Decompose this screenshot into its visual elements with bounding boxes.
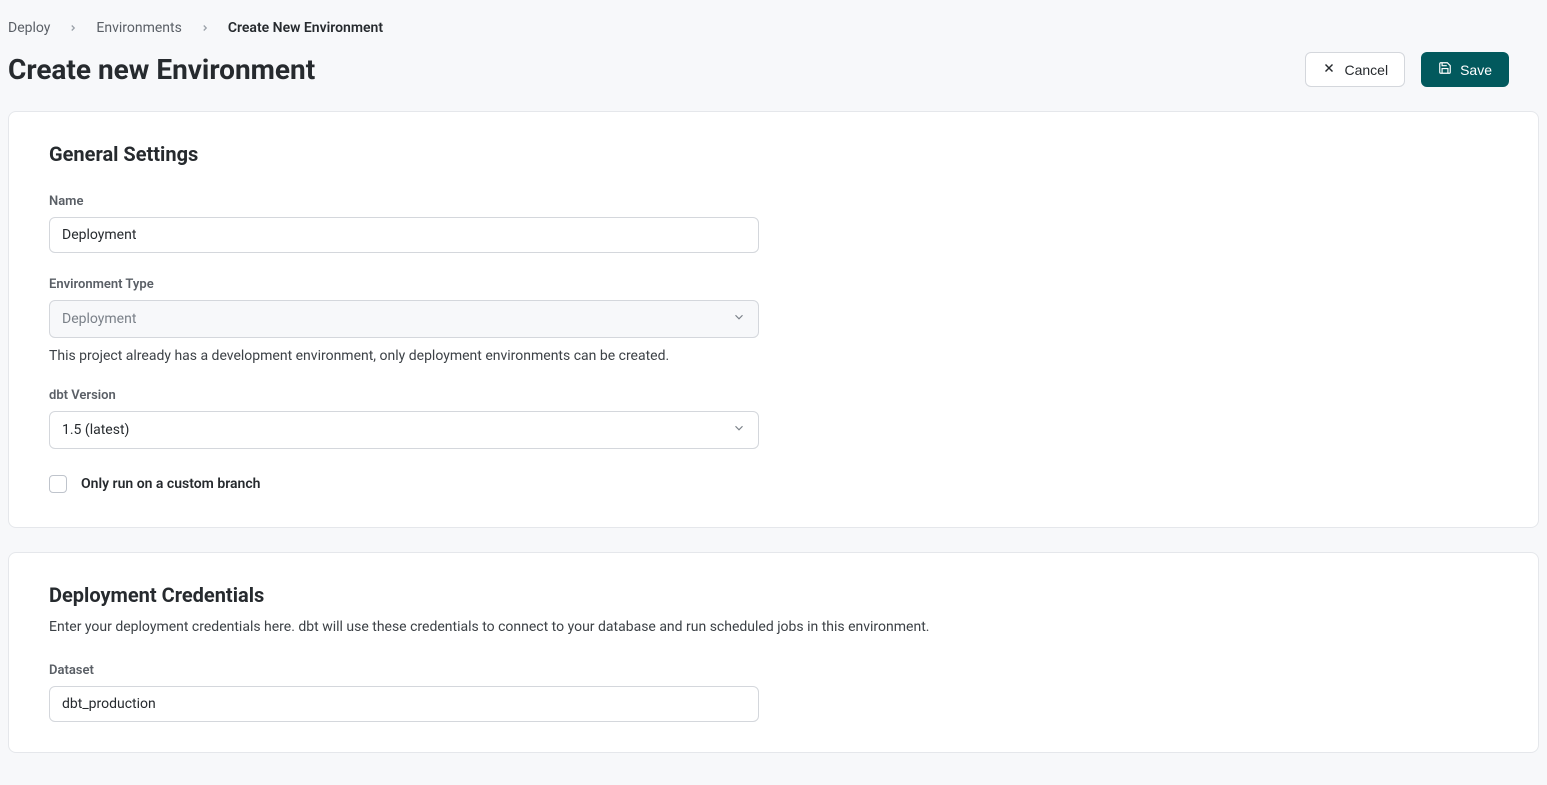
breadcrumb: Deploy Environments Create New Environme… — [8, 8, 1539, 44]
breadcrumb-deploy[interactable]: Deploy — [8, 20, 50, 36]
name-label: Name — [49, 194, 1498, 209]
environment-type-value: Deployment — [62, 311, 136, 327]
close-icon — [1322, 61, 1336, 78]
general-settings-card: General Settings Name Environment Type D… — [8, 111, 1539, 528]
breadcrumb-create-new-environment: Create New Environment — [228, 20, 383, 36]
name-input[interactable] — [49, 217, 759, 253]
environment-type-select: Deployment — [49, 300, 759, 338]
deployment-credentials-description: Enter your deployment credentials here. … — [49, 619, 1498, 635]
dbt-version-label: dbt Version — [49, 388, 1498, 403]
general-settings-title: General Settings — [49, 142, 1498, 166]
dbt-version-select[interactable]: 1.5 (latest) — [49, 411, 759, 449]
chevron-down-icon — [732, 310, 746, 328]
deployment-credentials-title: Deployment Credentials — [49, 583, 1498, 607]
environment-type-label: Environment Type — [49, 277, 1498, 292]
breadcrumb-environments[interactable]: Environments — [96, 20, 181, 36]
environment-type-help: This project already has a development e… — [49, 348, 1498, 364]
deployment-credentials-card: Deployment Credentials Enter your deploy… — [8, 552, 1539, 753]
dataset-label: Dataset — [49, 663, 1498, 678]
custom-branch-checkbox[interactable] — [49, 475, 67, 493]
custom-branch-label: Only run on a custom branch — [81, 476, 260, 492]
cancel-button-label: Cancel — [1344, 62, 1388, 78]
cancel-button[interactable]: Cancel — [1305, 52, 1405, 87]
chevron-right-icon — [200, 23, 210, 33]
chevron-right-icon — [68, 23, 78, 33]
save-icon — [1438, 61, 1452, 78]
chevron-down-icon — [732, 421, 746, 439]
page-title: Create new Environment — [8, 53, 315, 86]
save-button-label: Save — [1460, 62, 1492, 78]
save-button[interactable]: Save — [1421, 52, 1509, 87]
dbt-version-value: 1.5 (latest) — [62, 422, 129, 438]
dataset-input[interactable] — [49, 686, 759, 722]
